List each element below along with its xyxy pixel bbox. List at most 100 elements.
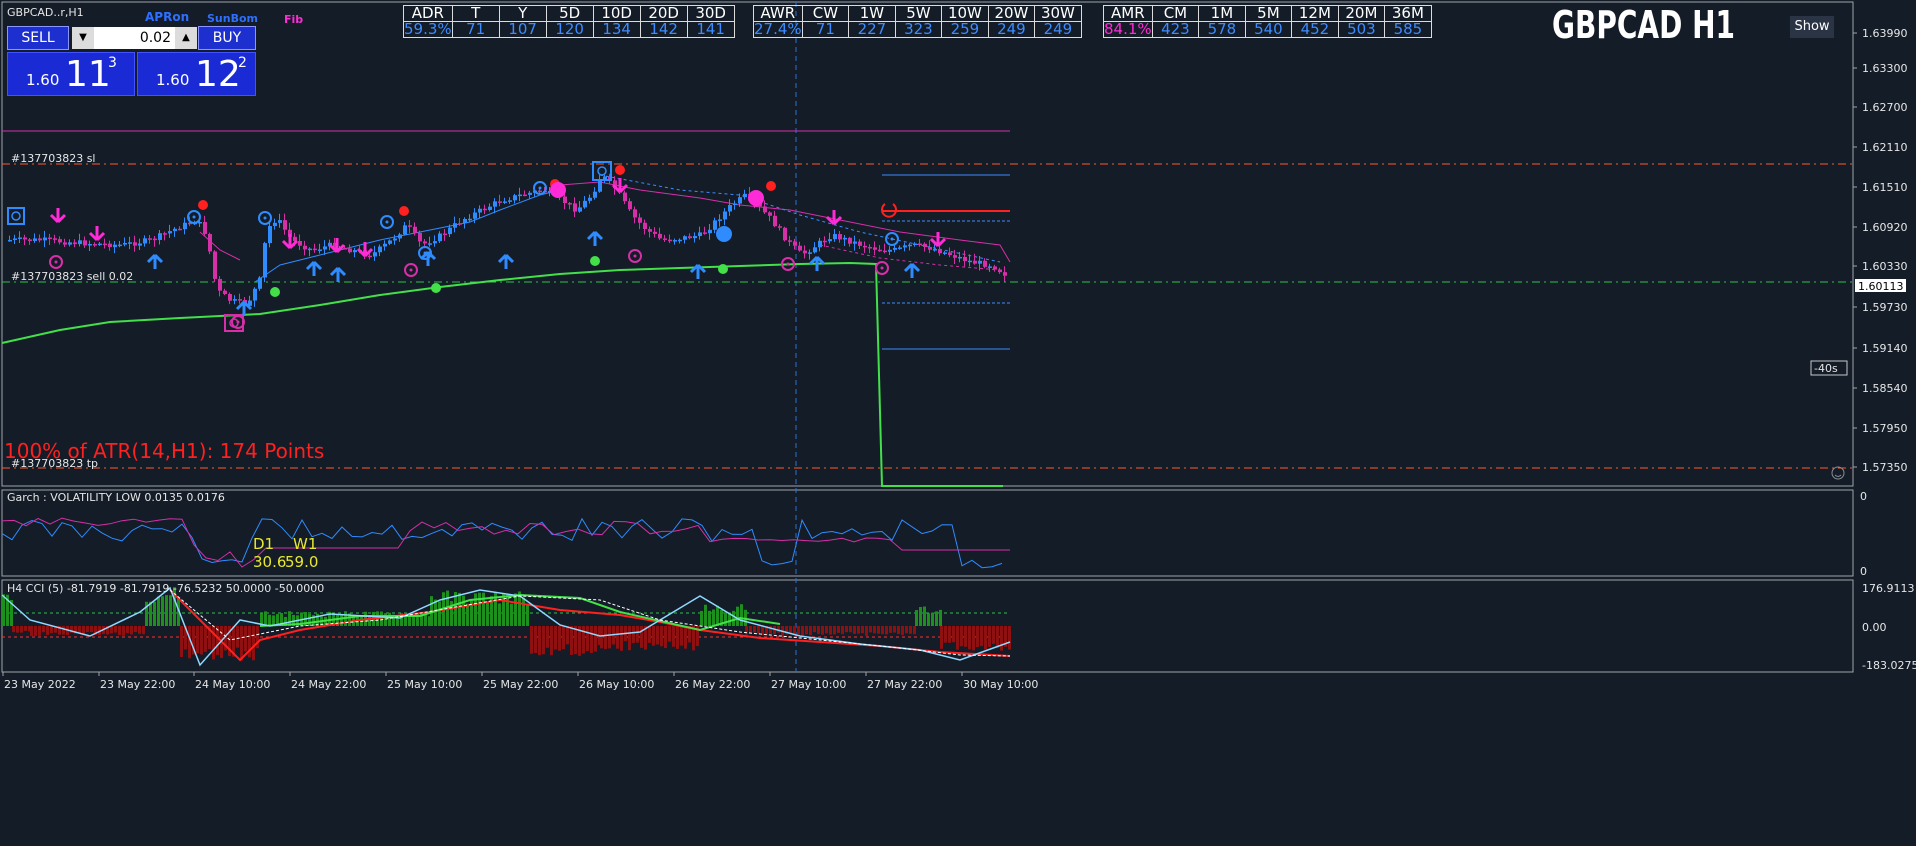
cci-histogram-bar xyxy=(157,596,160,626)
magenta-u-icon xyxy=(550,182,566,198)
candle-body xyxy=(173,228,177,232)
cci-histogram-bar xyxy=(616,626,619,649)
circle-signal-dot xyxy=(236,320,240,324)
circle-signal-dot xyxy=(890,237,894,241)
cci-histogram-bar xyxy=(753,626,756,633)
candle-body xyxy=(958,256,962,259)
cci-histogram-bar xyxy=(16,626,19,633)
candle-body xyxy=(68,242,72,245)
candle-body xyxy=(473,212,477,219)
cci-histogram-bar xyxy=(130,626,133,635)
cci-histogram-bar xyxy=(466,603,469,626)
price-tick-label: 1.60920 xyxy=(1862,221,1908,234)
cci-histogram-bar xyxy=(478,592,481,626)
candle-body xyxy=(948,252,952,256)
candle-body xyxy=(683,236,687,240)
awr-table-value: 259 xyxy=(941,21,989,38)
cci-histogram-bar xyxy=(745,626,748,635)
lot-size-input[interactable] xyxy=(94,27,175,49)
candle-body xyxy=(23,237,27,240)
cci-histogram-bar xyxy=(514,593,517,626)
candle-body xyxy=(93,244,97,246)
cci-histogram-bar xyxy=(562,626,565,650)
show-button[interactable]: Show xyxy=(1790,16,1834,38)
cci-histogram-bar xyxy=(680,626,683,646)
candle-body xyxy=(63,242,67,245)
apron-label[interactable]: APRon xyxy=(145,10,189,24)
buy-button[interactable]: BUY xyxy=(198,26,256,50)
buy-price-box[interactable]: 1.60 12 2 xyxy=(137,52,256,96)
cci-histogram-bar xyxy=(988,626,991,647)
candle-body xyxy=(88,244,92,246)
sell-button[interactable]: SELL xyxy=(7,26,69,50)
cci-histogram-bar xyxy=(42,626,45,633)
cci-histogram-bar xyxy=(857,626,860,634)
cci-histogram-bar xyxy=(570,626,573,656)
candle-body xyxy=(848,237,852,244)
cci-histogram-bar xyxy=(757,626,760,634)
circle-signal-dot xyxy=(263,216,267,220)
adr-table-value: 141 xyxy=(686,21,735,38)
candle-body xyxy=(48,237,52,240)
adr-table-value: 107 xyxy=(498,21,547,38)
candle-body xyxy=(623,192,627,202)
candle-body xyxy=(583,200,587,208)
lot-decrease-button[interactable]: ▼ xyxy=(72,27,94,49)
candle-body xyxy=(968,260,972,263)
candle-body xyxy=(698,232,702,237)
candle-body xyxy=(263,243,267,278)
cci-histogram-bar xyxy=(905,626,908,634)
cci-histogram-bar xyxy=(984,626,987,650)
candle-body xyxy=(443,233,447,236)
candle-body xyxy=(228,293,232,301)
candle-body xyxy=(343,248,347,250)
candle-body xyxy=(393,238,397,241)
price-tick-label: 1.62110 xyxy=(1862,141,1908,154)
cci-histogram-bar xyxy=(558,626,561,651)
sell-price-box[interactable]: 1.60 11 3 xyxy=(7,52,135,96)
cci-histogram-bar xyxy=(196,626,199,654)
cci-histogram-bar xyxy=(169,595,172,626)
sell-price-big: 11 xyxy=(65,54,111,95)
cci-histogram-bar xyxy=(62,626,65,635)
stop-loss-label: #137703823 sl xyxy=(11,152,96,165)
candle-body xyxy=(58,239,62,243)
cci-histogram-bar xyxy=(404,616,407,626)
candle-body xyxy=(323,246,327,250)
candle-body xyxy=(13,238,17,240)
price-tick-label: 1.62700 xyxy=(1862,101,1908,114)
circle-signal-dot xyxy=(54,260,58,264)
atr-text: 100% of ATR(14,H1): 174 Points xyxy=(4,439,324,463)
time-tick-label: 27 May 10:00 xyxy=(771,678,846,691)
cci-axis-label: -183.0275 xyxy=(1862,659,1916,672)
price-tick-label: 1.63990 xyxy=(1862,27,1908,40)
candle-body xyxy=(703,232,707,234)
cci-histogram-bar xyxy=(608,626,611,649)
candle-body xyxy=(53,238,57,240)
candle-body xyxy=(18,237,22,239)
adr-table-value: 120 xyxy=(545,21,594,38)
candle-body xyxy=(668,239,672,242)
amr-table-value: 585 xyxy=(1384,21,1432,38)
candle-body xyxy=(938,249,942,254)
cci-histogram-bar xyxy=(793,626,796,635)
candle-body xyxy=(153,238,157,241)
amr-table-value: 578 xyxy=(1198,21,1246,38)
cci-histogram-bar xyxy=(538,626,541,656)
price-tick-label: 1.59730 xyxy=(1862,301,1908,314)
cci-histogram-bar xyxy=(927,613,930,626)
candle-body xyxy=(573,203,577,212)
cci-histogram-bar xyxy=(50,626,53,634)
cci-histogram-bar xyxy=(506,594,509,626)
candle-body xyxy=(38,238,42,241)
amr-table: AMR CM 1M 5M 12M 20M 36M 84.1% 423 578 540 452 503 5… xyxy=(1103,5,1432,38)
fib-label[interactable]: Fib xyxy=(284,13,303,26)
candle-body xyxy=(453,223,457,228)
candle-body xyxy=(568,203,572,205)
cci-histogram-bar xyxy=(628,626,631,651)
cci-histogram-bar xyxy=(594,626,597,652)
candle-body xyxy=(168,231,172,234)
lot-increase-button[interactable]: ▲ xyxy=(175,27,197,49)
trading-chart[interactable]: 1.63990 1.63300 1.62700 1.62110 1.61510 1.609… xyxy=(0,0,1916,846)
sunbom-label[interactable]: SunBom xyxy=(207,12,258,25)
